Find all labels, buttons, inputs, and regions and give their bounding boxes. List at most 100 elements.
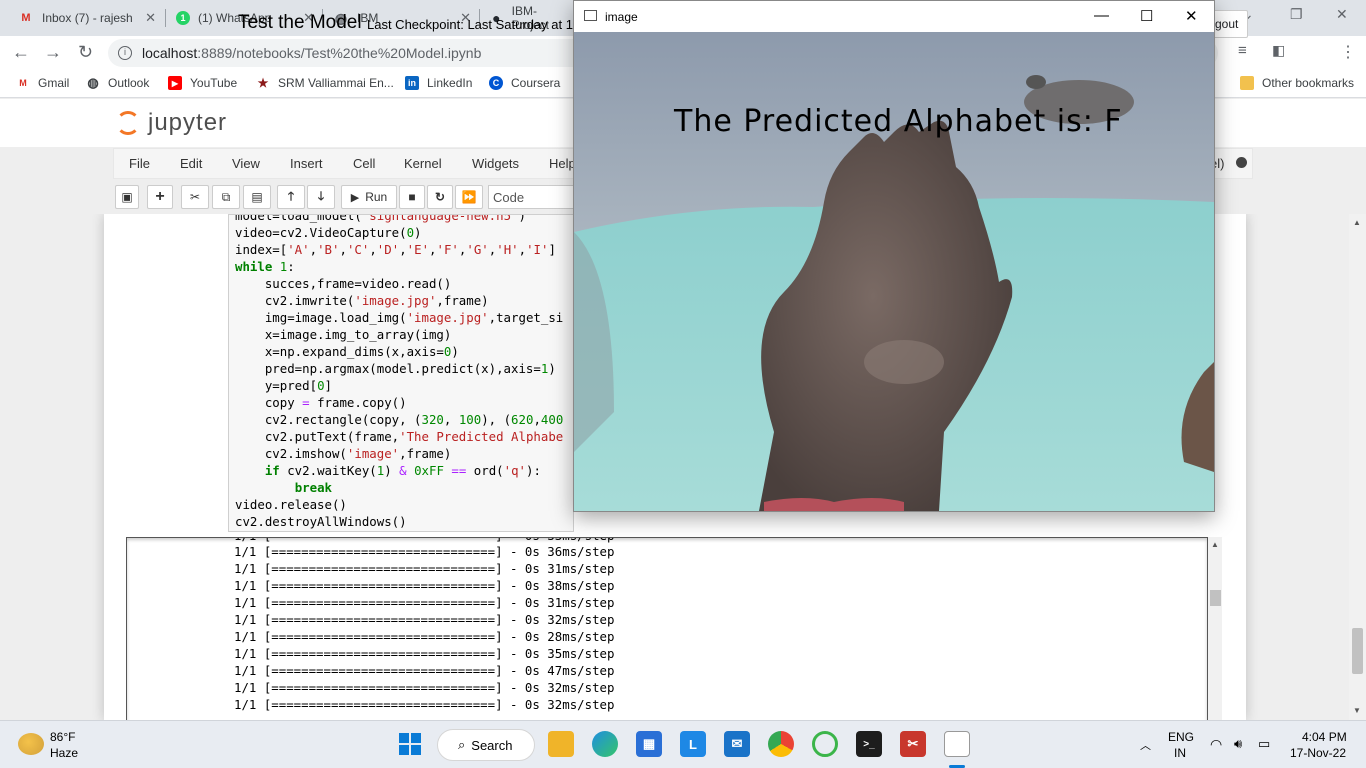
- move-down-button[interactable]: 🡓: [307, 185, 335, 209]
- window-titlebar[interactable]: image — ☐ ✕: [574, 1, 1214, 32]
- code-cell[interactable]: model=load_model('signlanguage-new.h5') …: [228, 214, 574, 532]
- output-line: 1/1 [==============================] - 0…: [234, 544, 615, 559]
- file-explorer-icon[interactable]: [548, 731, 574, 757]
- copy-button[interactable]: ⧉: [212, 185, 240, 209]
- taskbar-search[interactable]: ⌕ Search: [437, 729, 535, 761]
- chrome-icon[interactable]: [768, 731, 794, 757]
- restart-run-all-button[interactable]: ⏩: [455, 185, 483, 209]
- code-line: x=np.expand_dims(x,axis=0): [235, 344, 459, 359]
- chevron-up-icon[interactable]: ︿: [1140, 737, 1151, 753]
- restart-icon: ↻: [434, 190, 446, 204]
- opencv-image-window[interactable]: image — ☐ ✕ The Predicted Alphabet is: F: [573, 0, 1215, 512]
- reading-list-icon[interactable]: ≡: [1238, 42, 1247, 59]
- store-icon[interactable]: ▦: [636, 731, 662, 757]
- output-line: 1/1 [==============================] - 0…: [234, 680, 615, 695]
- menu-file[interactable]: File: [129, 156, 150, 171]
- cut-button[interactable]: ✂: [181, 185, 209, 209]
- restart-button[interactable]: ↻: [427, 185, 453, 209]
- gmail-icon: M: [21, 12, 31, 24]
- language-code[interactable]: ENG: [1168, 730, 1194, 744]
- bookmark-youtube[interactable]: ▶ YouTube: [168, 76, 237, 90]
- code-line: succes,frame=video.read(): [235, 276, 452, 291]
- save-button[interactable]: ▣: [115, 185, 139, 209]
- bookmark-linkedin[interactable]: in LinkedIn: [405, 76, 472, 90]
- clock-date[interactable]: 17-Nov-22: [1290, 746, 1346, 760]
- menu-view[interactable]: View: [232, 156, 260, 171]
- menu-insert[interactable]: Insert: [290, 156, 323, 171]
- maximize-icon[interactable]: ☐: [1140, 7, 1153, 25]
- mail-icon[interactable]: ✉: [724, 731, 750, 757]
- l-app-icon[interactable]: L: [680, 731, 706, 757]
- output-line: 1/1 [==============================] - 0…: [234, 595, 615, 610]
- scissors-icon: ✂: [189, 190, 201, 204]
- battery-icon[interactable]: ▭: [1258, 736, 1270, 752]
- bookmark-gmail[interactable]: M Gmail: [16, 76, 69, 90]
- close-icon[interactable]: ✕: [1185, 7, 1198, 25]
- code-line: while 1:: [235, 259, 295, 274]
- jupyter-logo[interactable]: jupyter: [116, 109, 227, 137]
- menu-edit[interactable]: Edit: [180, 156, 202, 171]
- cell-type-select[interactable]: Code: [488, 185, 578, 209]
- menu-widgets[interactable]: Widgets: [472, 156, 519, 171]
- code-line: video=cv2.VideoCapture(0): [235, 225, 422, 240]
- snipping-tool-icon[interactable]: ✂: [900, 731, 926, 757]
- menu-help[interactable]: Help: [549, 156, 576, 171]
- output-line: 1/1 [==============================] - 0…: [234, 612, 615, 627]
- output-scrollbar[interactable]: ▲: [1208, 537, 1222, 720]
- insert-cell-button[interactable]: +: [147, 185, 173, 209]
- code-line: copy = frame.copy(): [235, 395, 407, 410]
- reload-icon[interactable]: ↻: [78, 42, 93, 63]
- menu-kernel[interactable]: Kernel: [404, 156, 442, 171]
- minimize-icon[interactable]: —: [1094, 7, 1109, 24]
- tab-gmail[interactable]: M Inbox (7) - rajesh ✕: [8, 0, 164, 36]
- menu-cell[interactable]: Cell: [353, 156, 375, 171]
- close-icon[interactable]: ✕: [145, 10, 156, 26]
- move-up-button[interactable]: 🡑: [277, 185, 305, 209]
- code-line: cv2.destroyAllWindows(): [235, 514, 407, 529]
- info-icon[interactable]: i: [118, 46, 132, 60]
- code-line: cv2.imwrite('image.jpg',frame): [235, 293, 489, 308]
- image-viewer-icon[interactable]: [944, 731, 970, 757]
- output-area[interactable]: 1/1 [==============================] - 0…: [126, 537, 1208, 727]
- code-line: cv2.rectangle(copy, (320, 100), (620,400: [235, 412, 564, 427]
- back-arrow-icon[interactable]: ←: [12, 42, 30, 63]
- bookmark-outlook[interactable]: ◍ Outlook: [86, 75, 149, 90]
- output-line: 1/1 [==============================] - 0…: [234, 629, 615, 644]
- other-bookmarks[interactable]: Other bookmarks: [1240, 76, 1354, 90]
- gmail-icon: M: [19, 78, 27, 88]
- language-region[interactable]: IN: [1174, 746, 1186, 760]
- weather-temperature[interactable]: 86°F: [50, 730, 75, 744]
- fast-forward-icon: ⏩: [461, 190, 477, 204]
- page-scrollbar-thumb[interactable]: [1352, 628, 1363, 674]
- windows-start-icon[interactable]: [397, 731, 423, 757]
- notebook-title[interactable]: Test the Model: [238, 12, 362, 34]
- interrupt-button[interactable]: ■: [399, 185, 425, 209]
- forward-arrow-icon[interactable]: →: [44, 42, 62, 63]
- run-button[interactable]: ▶ Run: [341, 185, 397, 209]
- anaconda-icon[interactable]: [812, 731, 838, 757]
- output-scrollbar-thumb[interactable]: [1210, 590, 1221, 606]
- output-line: 1/1 [==============================] - 0…: [234, 663, 615, 678]
- weather-icon[interactable]: [18, 733, 44, 755]
- arrow-up-icon: 🡑: [287, 188, 295, 203]
- close-icon[interactable]: ✕: [1336, 6, 1348, 23]
- code-line: break: [294, 480, 332, 495]
- window-icon: [584, 10, 597, 21]
- edge-icon[interactable]: [592, 731, 618, 757]
- weather-description[interactable]: Haze: [50, 746, 78, 760]
- bookmark-srm[interactable]: ★ SRM Valliammai En...: [256, 76, 394, 90]
- more-menu-icon[interactable]: ⋮: [1340, 42, 1356, 62]
- volume-icon[interactable]: 🔊︎: [1234, 736, 1242, 752]
- wifi-icon[interactable]: ◠: [1210, 736, 1222, 753]
- scroll-up-icon[interactable]: ▲: [1353, 218, 1361, 227]
- scroll-down-icon[interactable]: ▼: [1353, 706, 1361, 715]
- side-panel-icon[interactable]: ◧: [1272, 42, 1285, 59]
- bookmark-coursera[interactable]: C Coursera: [489, 76, 560, 90]
- paste-button[interactable]: ▤: [243, 185, 271, 209]
- terminal-icon[interactable]: >_: [856, 731, 882, 757]
- clock-time[interactable]: 4:04 PM: [1302, 730, 1347, 744]
- output-line: 1/1 [==============================] - 0…: [234, 538, 614, 543]
- code-line: img=image.load_img('image.jpg',target_si: [235, 310, 564, 325]
- scroll-up-icon[interactable]: ▲: [1211, 540, 1219, 549]
- restore-icon[interactable]: ❐: [1290, 6, 1303, 23]
